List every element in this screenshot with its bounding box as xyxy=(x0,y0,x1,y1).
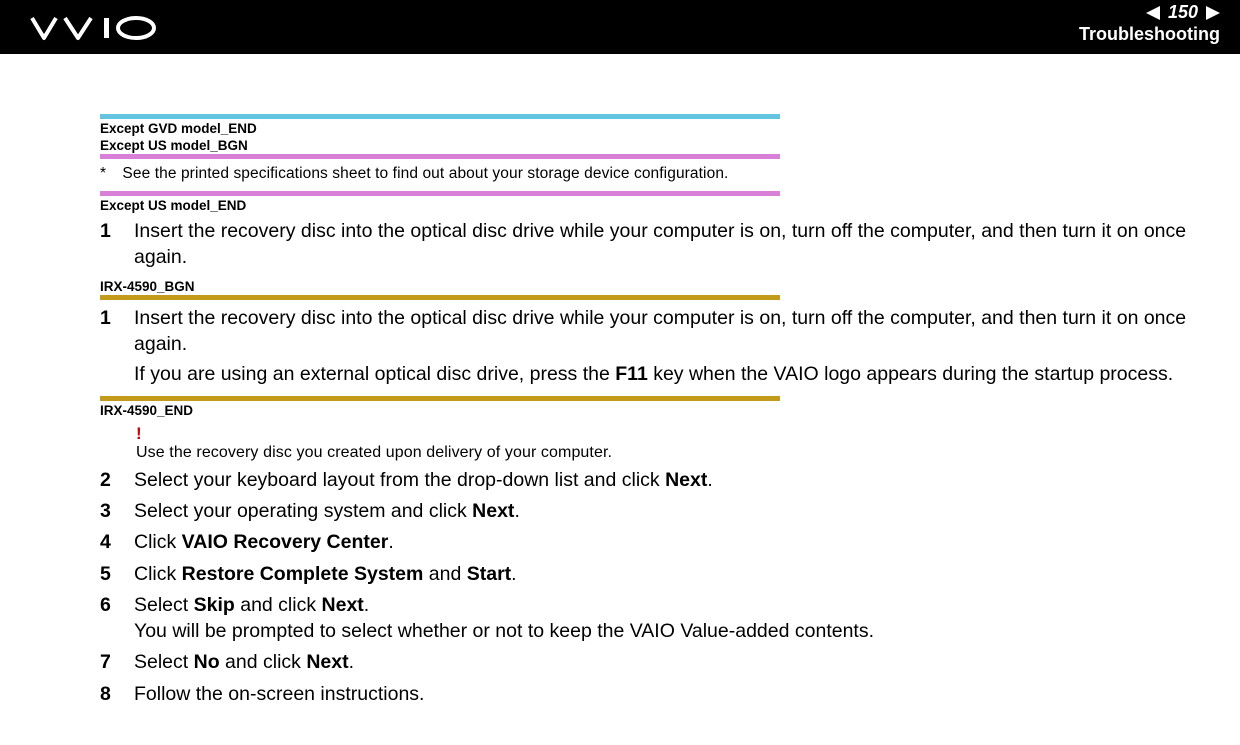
t: Start xyxy=(467,563,511,585)
t: Next xyxy=(472,500,514,522)
t: . xyxy=(388,531,393,553)
step-body: Click VAIO Recovery Center. xyxy=(134,529,1220,555)
footnote-symbol: * xyxy=(100,165,118,183)
t: and xyxy=(423,563,466,585)
marker-irx-end: IRX-4590_END xyxy=(100,403,1220,418)
t: No xyxy=(194,651,220,673)
t: Select xyxy=(134,594,194,616)
step-number: 8 xyxy=(100,681,134,707)
marker-except-us-bgn: Except US model_BGN xyxy=(100,138,1220,153)
text-post: key when the VAIO logo appears during th… xyxy=(648,363,1173,385)
step-number: 6 xyxy=(100,592,134,645)
t: and click xyxy=(220,651,307,673)
marker-bar-pink-2 xyxy=(100,191,780,196)
alert-block: ! Use the recovery disc you created upon… xyxy=(136,424,1220,462)
t: Click xyxy=(134,563,182,585)
t: Select your keyboard layout from the dro… xyxy=(134,469,665,491)
step-4: 4 Click VAIO Recovery Center. xyxy=(100,529,1220,555)
step-a1: 1 Insert the recovery disc into the opti… xyxy=(100,218,1220,271)
t: Next xyxy=(665,469,707,491)
step-number: 2 xyxy=(100,467,134,493)
marker-irx-bgn: IRX-4590_BGN xyxy=(100,279,1220,294)
content-area: Except GVD model_END Except US model_BGN… xyxy=(0,54,1240,722)
t: . xyxy=(364,594,369,616)
step-number: 1 xyxy=(100,218,134,271)
t: Next xyxy=(306,651,348,673)
step-7: 7 Select No and click Next. xyxy=(100,649,1220,675)
step-8: 8 Follow the on-screen instructions. xyxy=(100,681,1220,707)
header-bar: 150 Troubleshooting xyxy=(0,0,1240,54)
prev-page-arrow-icon[interactable] xyxy=(1146,6,1160,20)
footnote-text: See the printed specifications sheet to … xyxy=(122,165,728,182)
marker-except-us-end: Except US model_END xyxy=(100,198,1220,213)
t: . xyxy=(349,651,354,673)
alert-icon: ! xyxy=(136,424,1220,444)
text-bold: F11 xyxy=(615,363,648,385)
step-body: Select your keyboard layout from the dro… xyxy=(134,467,1220,493)
step-body: Select Skip and click Next. You will be … xyxy=(134,592,1220,645)
step-subtext: If you are using an external optical dis… xyxy=(134,361,1220,387)
marker-bar-gold-2 xyxy=(100,396,780,401)
step-body: Follow the on-screen instructions. xyxy=(134,681,1220,707)
step-number: 1 xyxy=(100,305,134,388)
t: Select xyxy=(134,651,194,673)
t: . xyxy=(707,469,712,491)
t: . xyxy=(511,563,516,585)
t: Follow the on-screen instructions. xyxy=(134,683,424,705)
page-number: 150 xyxy=(1166,2,1200,23)
t: and click xyxy=(235,594,322,616)
step-body: Select your operating system and click N… xyxy=(134,498,1220,524)
t: VAIO Recovery Center xyxy=(182,531,389,553)
step-3: 3 Select your operating system and click… xyxy=(100,498,1220,524)
step-body: Click Restore Complete System and Start. xyxy=(134,561,1220,587)
marker-bar-blue xyxy=(100,114,780,119)
step-5: 5 Click Restore Complete System and Star… xyxy=(100,561,1220,587)
next-page-arrow-icon[interactable] xyxy=(1206,6,1220,20)
footnote: * See the printed specifications sheet t… xyxy=(100,165,1220,183)
text-pre: If you are using an external optical dis… xyxy=(134,363,615,385)
step-6: 6 Select Skip and click Next. You will b… xyxy=(100,592,1220,645)
step-body: Insert the recovery disc into the optica… xyxy=(134,305,1220,388)
step-text: Insert the recovery disc into the optica… xyxy=(134,307,1186,355)
t: Next xyxy=(322,594,364,616)
step-line2: You will be prompted to select whether o… xyxy=(134,618,1220,644)
marker-bar-pink xyxy=(100,154,780,159)
step-number: 7 xyxy=(100,649,134,675)
t: . xyxy=(514,500,519,522)
t: Select your operating system and click xyxy=(134,500,472,522)
step-number: 3 xyxy=(100,498,134,524)
step-body: Select No and click Next. xyxy=(134,649,1220,675)
marker-bar-gold xyxy=(100,295,780,300)
t: Skip xyxy=(194,594,235,616)
step-2: 2 Select your keyboard layout from the d… xyxy=(100,467,1220,493)
step-number: 4 xyxy=(100,529,134,555)
section-title: Troubleshooting xyxy=(1079,24,1220,45)
t: Restore Complete System xyxy=(182,563,424,585)
alert-text: Use the recovery disc you created upon d… xyxy=(136,444,1220,462)
vaio-logo-icon xyxy=(30,14,160,42)
step-text: Insert the recovery disc into the optica… xyxy=(134,218,1220,271)
page-navigation: 150 xyxy=(1146,2,1220,23)
step-number: 5 xyxy=(100,561,134,587)
step-b1: 1 Insert the recovery disc into the opti… xyxy=(100,305,1220,388)
marker-except-gvd-end: Except GVD model_END xyxy=(100,121,1220,136)
t: Click xyxy=(134,531,182,553)
